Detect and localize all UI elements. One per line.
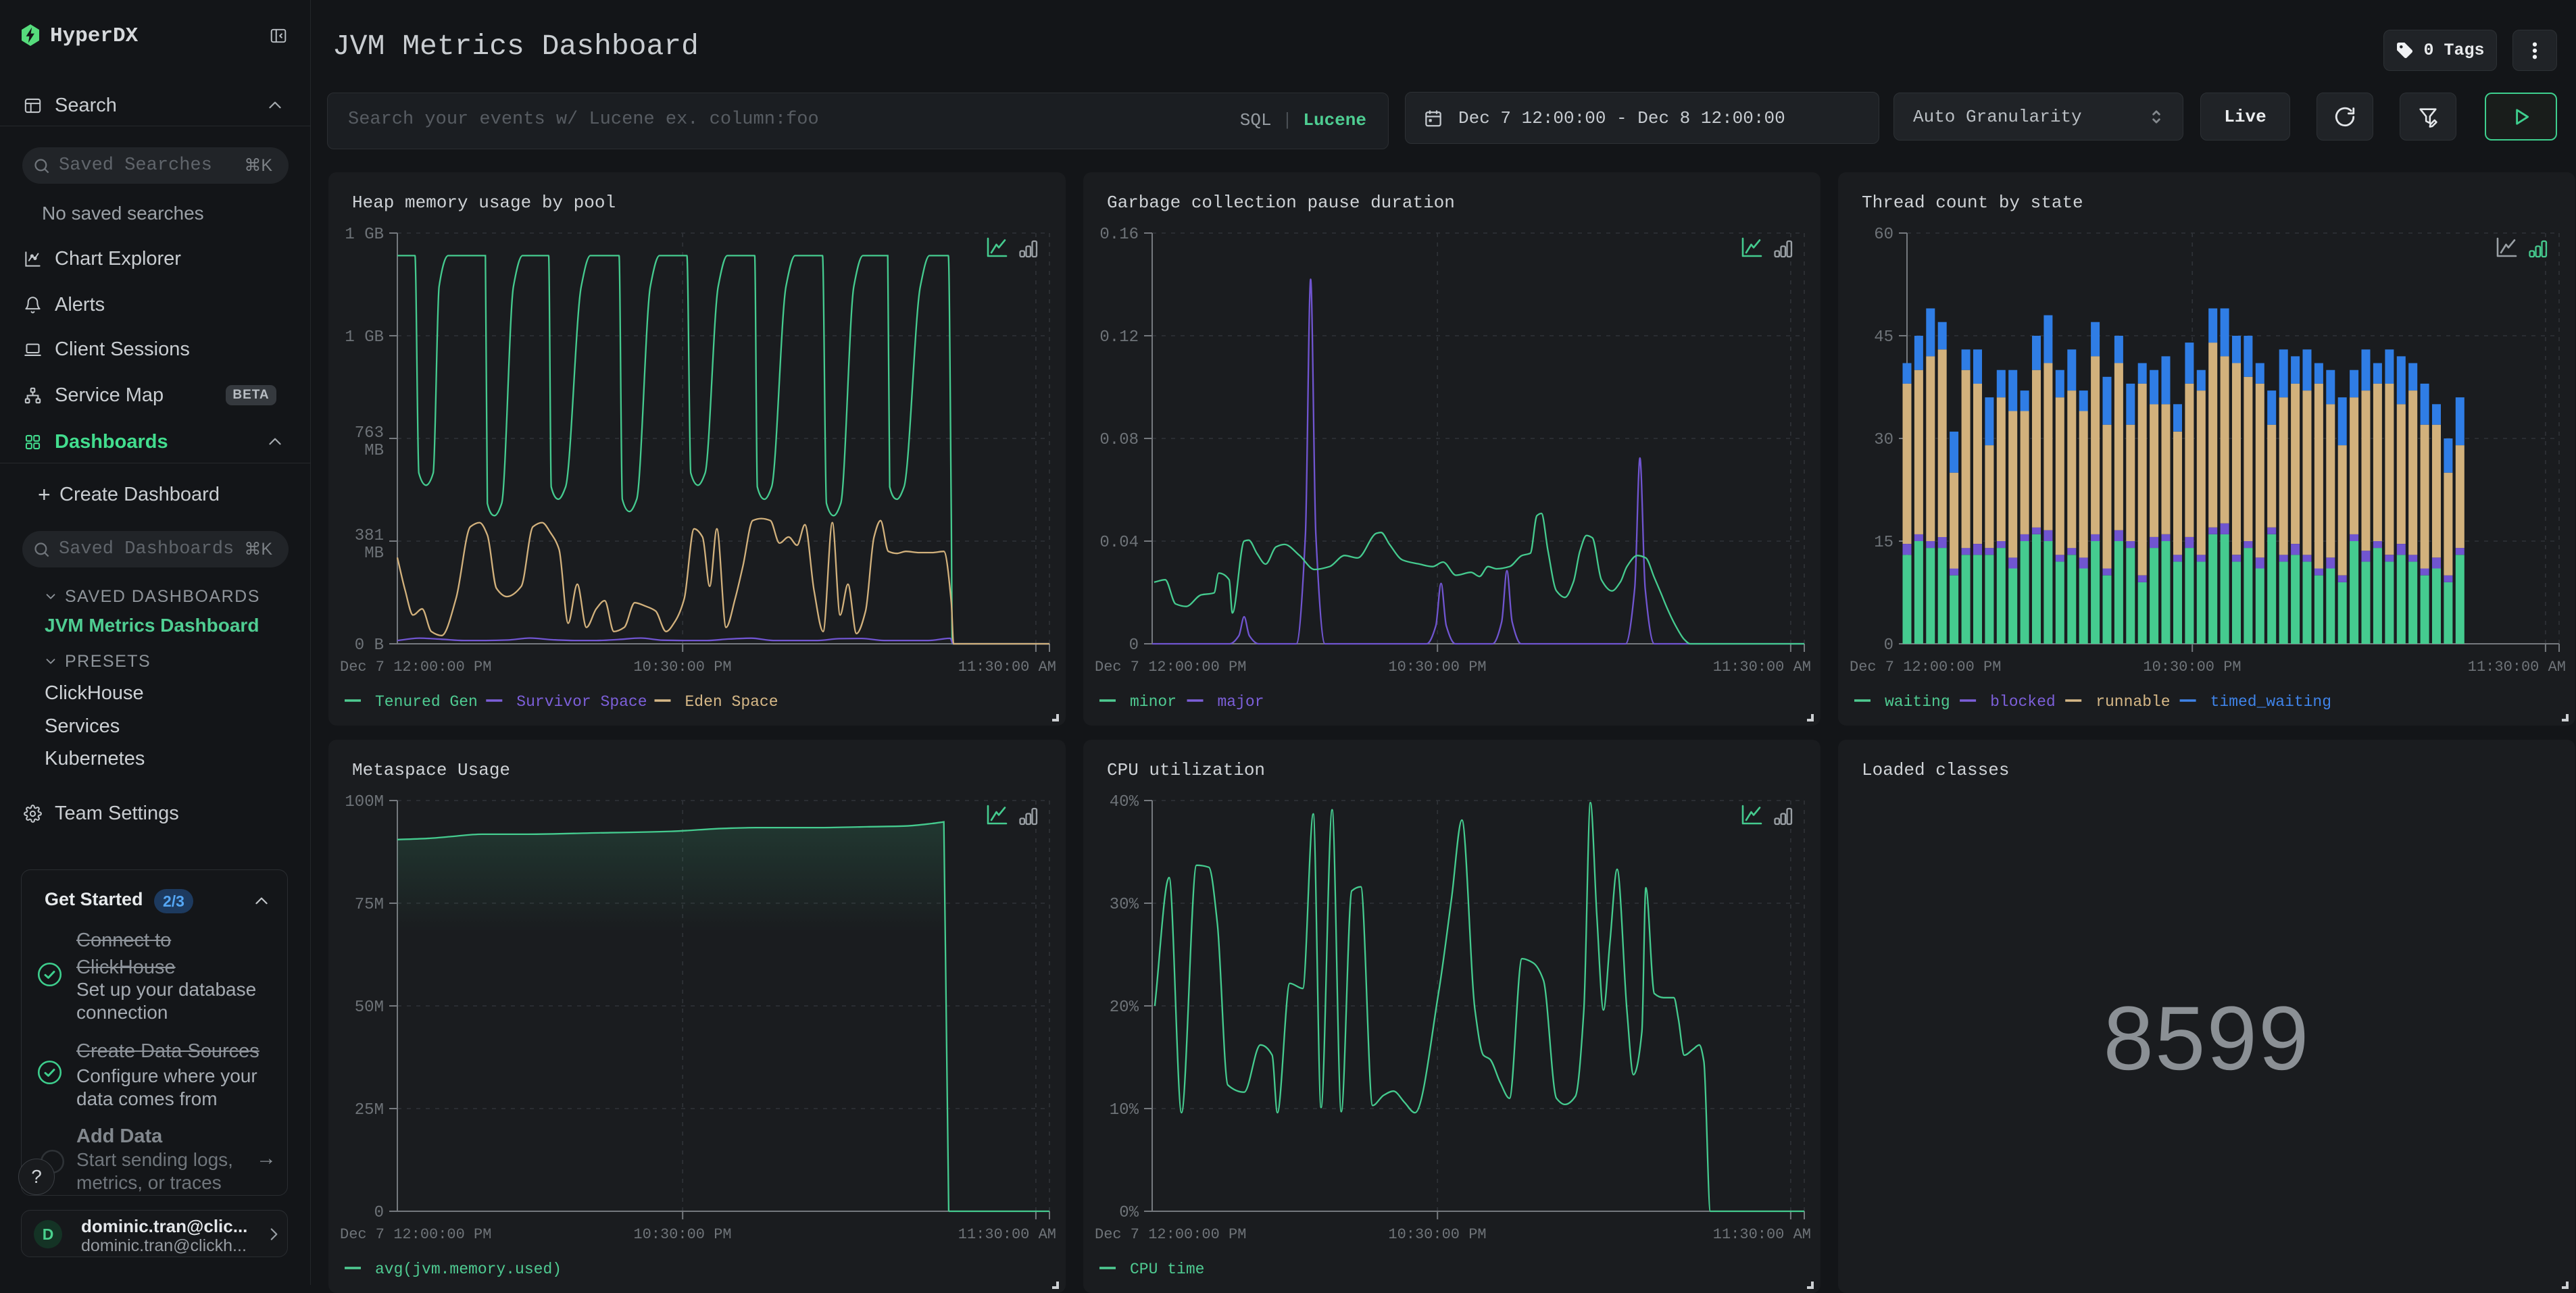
- svg-text:10:30:00 PM: 10:30:00 PM: [1388, 1226, 1486, 1243]
- svg-text:763: 763: [355, 424, 384, 442]
- svg-text:0%: 0%: [1119, 1204, 1139, 1222]
- svg-text:Dec 7 12:00:00 PM: Dec 7 12:00:00 PM: [1850, 659, 2001, 676]
- svg-text:0.16: 0.16: [1099, 226, 1139, 244]
- svg-text:runnable: runnable: [2096, 693, 2170, 711]
- svg-text:381: 381: [355, 527, 384, 545]
- svg-text:Survivor Space: Survivor Space: [516, 693, 647, 711]
- svg-text:0: 0: [1129, 636, 1139, 655]
- svg-text:10%: 10%: [1110, 1101, 1139, 1119]
- svg-text:0 B: 0 B: [355, 636, 384, 655]
- svg-text:11:30:00 AM: 11:30:00 AM: [1713, 659, 1811, 676]
- svg-text:40%: 40%: [1110, 793, 1139, 811]
- svg-text:blocked: blocked: [1990, 693, 2056, 711]
- svg-text:45: 45: [1874, 328, 1893, 347]
- svg-text:timed_waiting: timed_waiting: [2210, 693, 2331, 711]
- svg-text:0.04: 0.04: [1099, 534, 1139, 552]
- svg-text:50M: 50M: [355, 998, 384, 1017]
- svg-text:11:30:00 AM: 11:30:00 AM: [958, 1226, 1056, 1243]
- svg-text:100M: 100M: [345, 793, 384, 811]
- svg-text:10:30:00 PM: 10:30:00 PM: [2143, 659, 2241, 676]
- svg-text:MB: MB: [364, 442, 384, 460]
- svg-text:75M: 75M: [355, 896, 384, 914]
- svg-text:Dec 7 12:00:00 PM: Dec 7 12:00:00 PM: [1095, 659, 1246, 676]
- svg-text:0.12: 0.12: [1099, 328, 1139, 347]
- svg-text:11:30:00 AM: 11:30:00 AM: [1713, 1226, 1811, 1243]
- svg-text:Dec 7 12:00:00 PM: Dec 7 12:00:00 PM: [340, 659, 491, 676]
- svg-text:30%: 30%: [1110, 896, 1139, 914]
- svg-text:major: major: [1218, 693, 1264, 711]
- svg-text:11:30:00 AM: 11:30:00 AM: [2468, 659, 2566, 676]
- svg-text:waiting: waiting: [1885, 693, 1950, 711]
- svg-text:Eden Space: Eden Space: [685, 693, 778, 711]
- svg-text:60: 60: [1874, 226, 1893, 244]
- svg-text:10:30:00 PM: 10:30:00 PM: [633, 1226, 731, 1243]
- svg-text:15: 15: [1874, 534, 1893, 552]
- svg-text:30: 30: [1874, 431, 1893, 449]
- svg-text:CPU time: CPU time: [1130, 1261, 1204, 1278]
- svg-text:avg(jvm.memory.used): avg(jvm.memory.used): [375, 1261, 562, 1278]
- svg-text:Dec 7 12:00:00 PM: Dec 7 12:00:00 PM: [340, 1226, 491, 1243]
- svg-text:1 GB: 1 GB: [345, 226, 384, 244]
- svg-text:minor: minor: [1130, 693, 1176, 711]
- svg-text:10:30:00 PM: 10:30:00 PM: [1388, 659, 1486, 676]
- svg-text:0: 0: [374, 1204, 384, 1222]
- svg-text:0.08: 0.08: [1099, 431, 1139, 449]
- svg-text:11:30:00 AM: 11:30:00 AM: [958, 659, 1056, 676]
- svg-text:25M: 25M: [355, 1101, 384, 1119]
- svg-text:1 GB: 1 GB: [345, 328, 384, 347]
- svg-text:10:30:00 PM: 10:30:00 PM: [633, 659, 731, 676]
- svg-text:20%: 20%: [1110, 998, 1139, 1017]
- svg-text:Dec 7 12:00:00 PM: Dec 7 12:00:00 PM: [1095, 1226, 1246, 1243]
- svg-text:Tenured Gen: Tenured Gen: [375, 693, 478, 711]
- svg-text:MB: MB: [364, 544, 384, 563]
- svg-text:0: 0: [1884, 636, 1893, 655]
